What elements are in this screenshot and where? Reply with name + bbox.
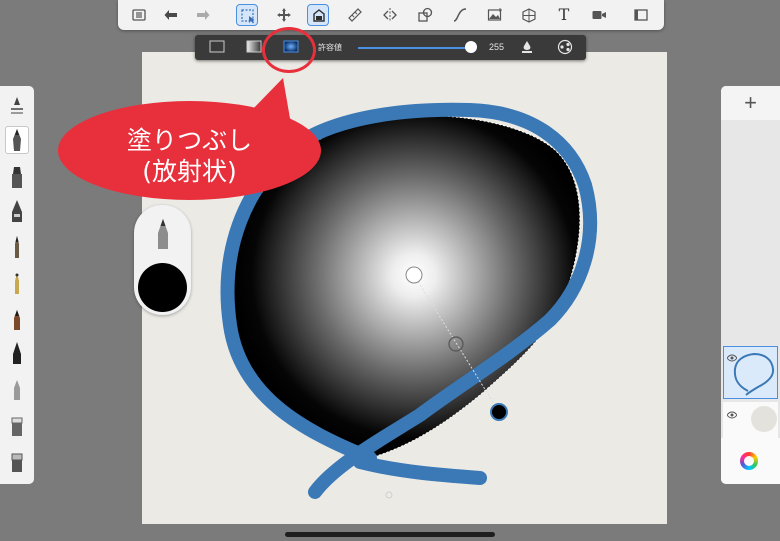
home-indicator: [285, 532, 495, 537]
fill-settings-icon[interactable]: [556, 39, 574, 55]
brush-soft-eraser-icon[interactable]: [5, 376, 29, 404]
brush-marker-icon[interactable]: [5, 164, 29, 192]
gradient-end-handle: [490, 403, 508, 421]
tolerance-slider[interactable]: [358, 47, 470, 49]
callout-line-1: 塗りつぶし: [126, 126, 253, 155]
gradient-center-handle: [405, 266, 423, 284]
tolerance-value: 255: [489, 42, 505, 52]
current-color-swatch[interactable]: [138, 263, 187, 312]
brush-settings-icon[interactable]: [5, 92, 29, 120]
callout-line-2: (放射状): [142, 157, 237, 186]
brush-ink-pen-icon[interactable]: [5, 198, 29, 226]
tolerance-label: 許容値: [318, 43, 342, 52]
brush-watercolor-icon[interactable]: [5, 306, 29, 334]
brush-eraser-icon[interactable]: [5, 412, 29, 440]
layer-1[interactable]: [723, 346, 778, 399]
drawing-canvas[interactable]: [0, 0, 780, 541]
brush-calligraphy-icon[interactable]: [5, 340, 29, 368]
linear-gradient-icon[interactable]: [246, 40, 262, 53]
callout-text: 塗りつぶし (放射状): [58, 125, 321, 187]
brush-color-puck[interactable]: [134, 205, 191, 315]
add-layer-button[interactable]: +: [721, 86, 780, 120]
layer-1-thumbnail: [733, 352, 775, 396]
annotation-callout: 塗りつぶし (放射状): [58, 101, 321, 200]
solid-fill-icon[interactable]: [209, 40, 225, 53]
current-brush-icon[interactable]: [153, 217, 173, 251]
brush-palette: [0, 86, 34, 484]
brush-airbrush-icon[interactable]: [5, 270, 29, 298]
layers-footer: [721, 438, 780, 484]
tolerance-slider-thumb[interactable]: [465, 41, 477, 53]
highlight-ring: [262, 27, 316, 73]
fill-sample-icon[interactable]: [519, 40, 535, 53]
brush-paintbrush-icon[interactable]: [5, 234, 29, 262]
brush-pencil-icon[interactable]: [5, 126, 29, 154]
fill-options-bar: 許容値 255: [195, 35, 586, 60]
background-layer[interactable]: [723, 402, 778, 438]
brush-block-eraser-icon[interactable]: [5, 448, 29, 476]
background-layer-thumbnail: [751, 406, 777, 432]
layers-header: +: [721, 86, 780, 120]
eye-icon[interactable]: [726, 406, 738, 419]
color-wheel-icon[interactable]: [740, 452, 758, 470]
layers-panel: +: [721, 86, 780, 484]
